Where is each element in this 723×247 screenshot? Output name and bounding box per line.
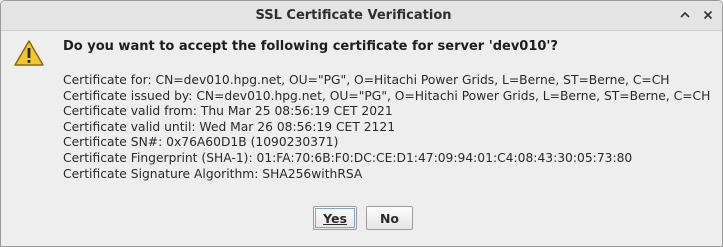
detail-line: Certificate Signature Algorithm: SHA256w…	[63, 166, 363, 181]
window-title: SSL Certificate Verification	[255, 8, 452, 23]
dialog-question: Do you want to accept the following cert…	[63, 39, 558, 54]
detail-line: Certificate Fingerprint (SHA-1): 01:FA:7…	[63, 150, 633, 165]
chevron-up-icon[interactable]	[677, 7, 693, 23]
detail-line: Certificate issued by: CN=dev010.hpg.net…	[63, 88, 711, 103]
close-icon[interactable]	[700, 7, 716, 23]
warning-icon	[13, 39, 45, 67]
certificate-details: Certificate for: CN=dev010.hpg.net, OU="…	[63, 73, 710, 182]
dialog-window: SSL Certificate Verification Do you want…	[0, 0, 723, 247]
detail-line: Certificate valid from: Thu Mar 25 08:56…	[63, 104, 393, 119]
title-bar[interactable]: SSL Certificate Verification	[1, 1, 722, 31]
no-button-label: No	[379, 211, 400, 226]
no-button[interactable]: No	[366, 206, 413, 230]
yes-button[interactable]: Yes	[313, 206, 357, 230]
detail-line: Certificate SN#: 0x76A60D1B (1090230371)	[63, 135, 339, 150]
yes-button-label: Yes	[323, 211, 347, 226]
detail-line: Certificate valid until: Wed Mar 26 08:5…	[63, 119, 396, 134]
detail-line: Certificate for: CN=dev010.hpg.net, OU="…	[63, 73, 670, 87]
